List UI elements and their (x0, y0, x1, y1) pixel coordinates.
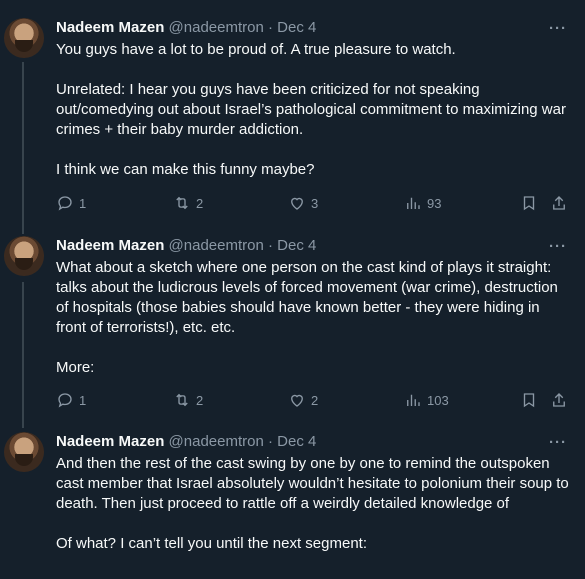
author-name[interactable]: Nadeem Mazen (56, 19, 164, 36)
separator: · (268, 433, 273, 450)
tweet-header: Nadeem Mazen @nadeemtron · Dec 4 (56, 18, 316, 38)
author-name[interactable]: Nadeem Mazen (56, 237, 164, 254)
views-icon (407, 394, 420, 406)
retweet-button[interactable]: 2 (173, 390, 203, 410)
tweet-header: Nadeem Mazen @nadeemtron · Dec 4 (56, 432, 316, 452)
author-handle[interactable]: @nadeemtron (169, 237, 264, 254)
like-button[interactable]: 3 (288, 193, 318, 213)
tweet-actions: 1 2 3 93 (56, 193, 571, 213)
avatar[interactable] (4, 236, 44, 276)
tweet-header: Nadeem Mazen @nadeemtron · Dec 4 (56, 236, 316, 256)
bookmark-icon (523, 393, 535, 408)
like-button[interactable]: 2 (288, 390, 318, 410)
tweet-date[interactable]: Dec 4 (277, 237, 316, 254)
separator: · (268, 19, 273, 36)
more-options-icon[interactable]: ··· (549, 239, 567, 254)
more-options-icon[interactable]: ··· (549, 435, 567, 450)
tweet-text: You guys have a lot to be proud of. A tr… (56, 41, 566, 178)
author-handle[interactable]: @nadeemtron (169, 19, 264, 36)
author-name[interactable]: Nadeem Mazen (56, 433, 164, 450)
retweet-icon (176, 393, 188, 407)
share-icon (553, 393, 565, 407)
heart-icon (291, 394, 303, 407)
reply-icon (58, 196, 72, 211)
tweet-text: What about a sketch where one person on … (56, 259, 558, 376)
retweet-icon (176, 196, 188, 210)
heart-icon (291, 197, 303, 210)
reply-icon (58, 393, 72, 408)
bookmark-button[interactable] (520, 390, 538, 410)
tweet-actions: 1 2 2 103 (56, 390, 571, 410)
views-count: 93 (427, 195, 442, 211)
tweet[interactable]: Nadeem Mazen @nadeemtron · Dec 4 ··· You… (0, 0, 585, 230)
reply-count: 1 (79, 392, 87, 408)
reply-button[interactable]: 1 (56, 193, 86, 213)
reply-count: 1 (79, 195, 87, 211)
retweet-button[interactable]: 2 (173, 193, 203, 213)
tweet[interactable]: Nadeem Mazen @nadeemtron · Dec 4 ··· Wha… (0, 230, 585, 426)
views-count: 103 (427, 392, 449, 408)
author-handle[interactable]: @nadeemtron (169, 433, 264, 450)
tweet-date[interactable]: Dec 4 (277, 19, 316, 36)
views-button[interactable]: 93 (404, 193, 441, 213)
avatar[interactable] (4, 18, 44, 58)
tweet-text: And then the rest of the cast swing by o… (56, 455, 569, 552)
separator: · (268, 237, 273, 254)
avatar[interactable] (4, 432, 44, 472)
bookmark-icon (523, 196, 535, 211)
more-options-icon[interactable]: ··· (549, 21, 567, 36)
tweet[interactable]: Nadeem Mazen @nadeemtron · Dec 4 ··· And… (0, 426, 585, 579)
share-button[interactable] (550, 193, 568, 213)
views-button[interactable]: 103 (404, 390, 449, 410)
tweet-date[interactable]: Dec 4 (277, 433, 316, 450)
retweet-count: 2 (196, 392, 204, 408)
like-count: 2 (311, 392, 319, 408)
views-icon (407, 197, 420, 209)
like-count: 3 (311, 195, 319, 211)
bookmark-button[interactable] (520, 193, 538, 213)
reply-button[interactable]: 1 (56, 390, 86, 410)
retweet-count: 2 (196, 195, 204, 211)
share-icon (553, 196, 565, 210)
share-button[interactable] (550, 390, 568, 410)
